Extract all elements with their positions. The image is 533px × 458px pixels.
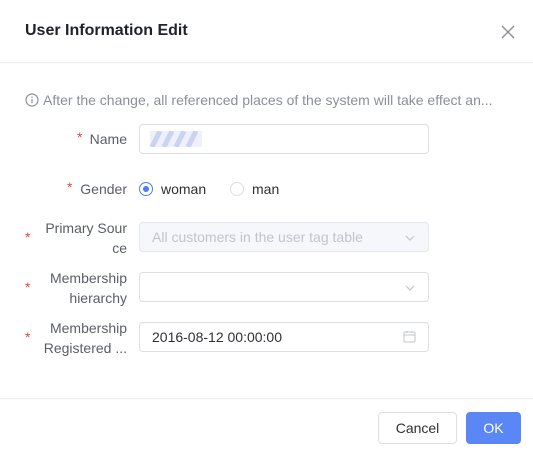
membership-registered-date-input[interactable]: 2016-08-12 00:00:00 (139, 322, 429, 352)
gender-label: Gender (80, 181, 127, 197)
ok-button[interactable]: OK (466, 412, 521, 444)
required-mark: * (67, 179, 73, 195)
close-icon[interactable] (499, 23, 517, 41)
primary-source-select[interactable]: All customers in the user tag table (139, 222, 429, 252)
membership-registered-value: 2016-08-12 00:00:00 (152, 329, 282, 345)
dialog-footer: Cancel OK (0, 398, 533, 458)
name-input[interactable] (139, 124, 429, 154)
membership-registered-label-line1: Membership (49, 320, 127, 336)
info-icon (25, 93, 39, 110)
required-mark: * (77, 129, 83, 145)
chevron-down-icon (404, 281, 416, 299)
membership-hierarchy-select[interactable] (139, 272, 429, 302)
primary-source-label-line2: ce (112, 240, 127, 256)
chevron-down-icon (404, 231, 416, 249)
required-mark: * (25, 229, 31, 245)
name-label: Name (89, 131, 127, 147)
notice-text: After the change, all referenced places … (43, 92, 493, 108)
radio-woman[interactable]: woman (139, 179, 206, 199)
radio-woman-dot[interactable] (139, 182, 153, 196)
radio-man[interactable]: man (230, 179, 279, 199)
membership-registered-label-line2: Registered ... (43, 340, 127, 356)
cancel-button[interactable]: Cancel (378, 412, 457, 444)
radio-man-label: man (252, 181, 280, 197)
required-mark: * (25, 329, 31, 345)
calendar-icon[interactable] (403, 330, 416, 348)
primary-source-value: All customers in the user tag table (152, 229, 363, 245)
required-mark: * (25, 279, 31, 295)
radio-man-dot[interactable] (230, 182, 244, 196)
redacted-name-value (150, 131, 202, 147)
dialog-title: User Information Edit (25, 22, 188, 39)
membership-hierarchy-label-line2: hierarchy (69, 290, 127, 306)
radio-woman-label: woman (161, 181, 207, 197)
user-info-edit-dialog: User Information Edit After the change, … (0, 0, 533, 457)
primary-source-label-line1: Primary Sour (45, 220, 127, 236)
dialog-header: User Information Edit (0, 0, 533, 63)
notice-text-row: After the change, all referenced places … (25, 92, 520, 110)
membership-hierarchy-label-line1: Membership (49, 270, 127, 286)
